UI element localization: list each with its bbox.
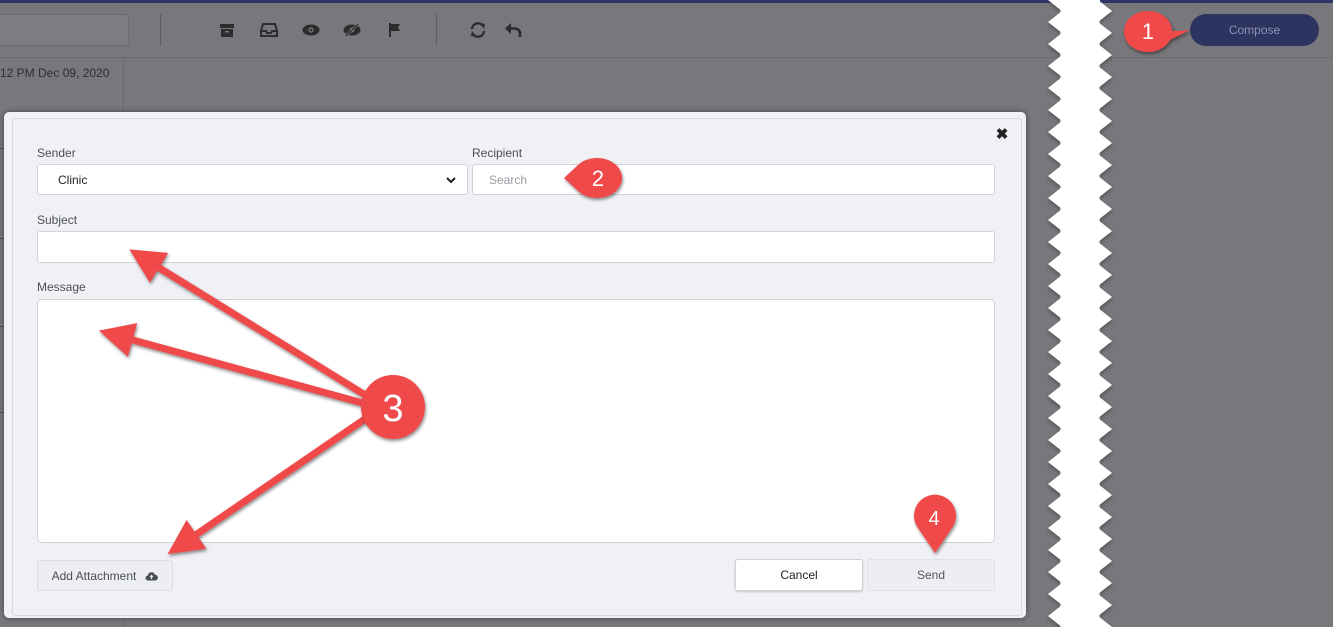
recipient-label: Recipient bbox=[472, 146, 523, 160]
add-attachment-label: Add Attachment bbox=[51, 568, 137, 583]
message-label: Message bbox=[37, 280, 86, 294]
message-textarea[interactable] bbox=[37, 299, 995, 543]
cloud-upload-icon bbox=[145, 571, 159, 581]
subject-label: Subject bbox=[37, 213, 78, 227]
cancel-button[interactable]: Cancel bbox=[735, 559, 863, 591]
sender-value: Clinic bbox=[58, 173, 88, 187]
recipient-placeholder: Search bbox=[489, 173, 528, 187]
sender-label: Sender bbox=[37, 146, 76, 160]
sender-select[interactable]: Clinic bbox=[37, 164, 468, 195]
add-attachment-button[interactable]: Add Attachment bbox=[37, 560, 173, 591]
send-button[interactable]: Send bbox=[867, 559, 995, 591]
close-icon[interactable]: ✖ bbox=[994, 127, 1010, 143]
chevron-down-icon bbox=[445, 174, 457, 189]
subject-input[interactable] bbox=[37, 231, 995, 263]
recipient-search-input[interactable]: Search bbox=[472, 164, 995, 195]
